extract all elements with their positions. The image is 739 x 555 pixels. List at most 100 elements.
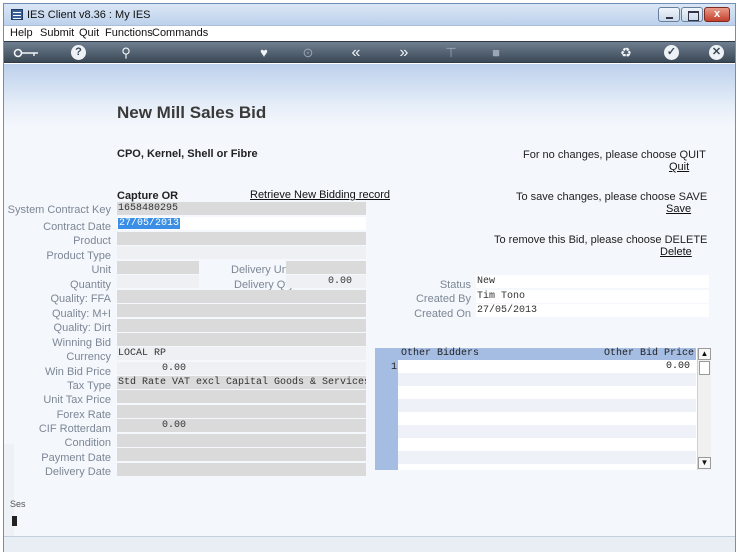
grid-header: Other Bidders Other Bid Price	[398, 348, 696, 360]
text-tool-icon[interactable]: ⊤	[441, 44, 461, 62]
session-label: Ses	[10, 499, 26, 509]
contract-date-value: 27/05/2013	[118, 218, 181, 229]
forward-icon[interactable]: »	[394, 44, 414, 62]
status-field[interactable]: New	[476, 275, 709, 288]
quality-mi-field[interactable]	[117, 304, 366, 317]
table-row[interactable]	[398, 412, 696, 425]
unit-tax-price-field[interactable]	[117, 390, 366, 403]
save-info: To save changes, please choose SAVE	[516, 191, 708, 203]
quality-ffa-label: Quality: FFA	[50, 293, 111, 305]
unit-tax-price-label: Unit Tax Price	[43, 394, 111, 406]
status-label: Status	[439, 279, 471, 291]
table-row[interactable]	[398, 451, 696, 464]
contract-date-field[interactable]: 27/05/2013	[117, 217, 366, 230]
win-bid-price-field[interactable]: 0.00	[117, 362, 366, 375]
column-header-other-bidders[interactable]: Other Bidders	[401, 348, 479, 360]
delivery-unit-label: Delivery Unit	[231, 264, 294, 276]
close-window-button[interactable]: x	[704, 7, 730, 22]
cif-rotterdam-field[interactable]: 0.00	[117, 419, 366, 432]
search-icon[interactable]: ⚲	[116, 44, 136, 62]
session-side-panel: Ses	[4, 444, 26, 536]
tax-type-label: Tax Type	[67, 380, 111, 392]
key-icon[interactable]	[10, 44, 42, 62]
minimize-button[interactable]	[658, 7, 680, 22]
grid-row-header: 1	[375, 348, 398, 470]
status-bar	[4, 536, 735, 552]
forex-rate-label: Forex Rate	[56, 409, 111, 421]
scroll-up-button[interactable]: ▲	[698, 348, 711, 360]
payment-date-field[interactable]	[117, 448, 366, 461]
quality-ffa-field[interactable]	[117, 290, 366, 303]
product-type-field[interactable]	[117, 246, 366, 259]
session-icon	[12, 516, 17, 526]
unit-field[interactable]	[117, 261, 199, 274]
system-contract-key-field[interactable]: 1658480295	[117, 202, 366, 215]
condition-field[interactable]	[117, 434, 366, 447]
system-contract-key-label: System Contract Key	[7, 204, 111, 216]
history-clock-icon[interactable]: ⊙	[298, 44, 318, 62]
winning-bid-label: Winning Bid	[52, 337, 111, 349]
condition-label: Condition	[64, 437, 111, 449]
winning-bid-field[interactable]	[117, 333, 366, 346]
table-row[interactable]	[398, 438, 696, 451]
menu-bar: Help Submit Quit Functions Commands	[4, 26, 735, 41]
created-by-field[interactable]: Tim Tono	[476, 290, 709, 303]
menu-commands[interactable]: Commands	[152, 27, 208, 39]
save-link[interactable]: Save	[666, 203, 691, 215]
table-row[interactable]	[398, 386, 696, 399]
table-row[interactable]	[398, 373, 696, 386]
close-icon[interactable]: ✕	[709, 45, 724, 60]
quit-link[interactable]: Quit	[669, 161, 689, 173]
header-banner: New Mill Sales Bid	[4, 64, 735, 126]
back-icon[interactable]: «	[346, 44, 366, 62]
menu-submit[interactable]: Submit	[40, 27, 74, 39]
scroll-down-button[interactable]: ▼	[698, 457, 711, 469]
app-window: IES Client v8.36 : My IES x Help Submit …	[3, 3, 736, 552]
bid-price-cell[interactable]: 0.00	[666, 360, 690, 373]
created-on-label: Created On	[414, 308, 471, 320]
tax-type-field[interactable]: Std Rate VAT excl Capital Goods & Servic…	[117, 376, 366, 389]
window-title: IES Client v8.36 : My IES	[27, 9, 151, 21]
forex-rate-field[interactable]	[117, 405, 366, 418]
grid-row-number: 1	[391, 362, 398, 373]
delete-link[interactable]: Delete	[660, 246, 692, 258]
quality-mi-label: Quality: M+I	[52, 308, 111, 320]
favorite-heart-icon[interactable]: ♥	[254, 44, 274, 62]
product-type-label: Product Type	[46, 250, 111, 262]
grid-scrollbar[interactable]: ▲ ▼	[697, 348, 711, 470]
page-title: New Mill Sales Bid	[117, 103, 267, 122]
maximize-button[interactable]	[681, 7, 703, 22]
quality-dirt-label: Quality: Dirt	[53, 322, 111, 334]
scroll-thumb[interactable]	[699, 361, 710, 375]
recycle-icon[interactable]: ♻	[616, 44, 636, 62]
retrieve-bidding-record-link[interactable]: Retrieve New Bidding record	[250, 189, 390, 201]
square-icon[interactable]: ■	[486, 44, 506, 62]
toolbar: ? ⚲ ♥ ⊙ « » ⊤ ■ ♻ ✓ ✕	[4, 41, 735, 63]
table-row[interactable]	[398, 425, 696, 438]
column-header-other-bid-price[interactable]: Other Bid Price	[604, 348, 694, 360]
delete-info: To remove this Bid, please choose DELETE	[494, 234, 708, 246]
table-row[interactable]: 0.00	[398, 360, 696, 373]
product-label: Product	[73, 235, 111, 247]
menu-help[interactable]: Help	[10, 27, 33, 39]
quantity-field[interactable]	[117, 275, 199, 288]
win-bid-price-label: Win Bid Price	[44, 366, 111, 378]
currency-field[interactable]: LOCAL RP	[117, 347, 366, 360]
created-on-field[interactable]: 27/05/2013	[476, 304, 709, 317]
delivery-qty-field[interactable]: 0.00	[286, 275, 366, 288]
help-icon[interactable]: ?	[71, 45, 86, 60]
table-row[interactable]	[398, 399, 696, 412]
form-area: CPO, Kernel, Shell or Fibre Capture OR R…	[4, 126, 735, 536]
delivery-unit-field[interactable]	[286, 261, 366, 274]
menu-quit[interactable]: Quit	[79, 27, 99, 39]
quality-dirt-field[interactable]	[117, 319, 366, 332]
confirm-check-icon[interactable]: ✓	[664, 45, 679, 60]
quit-info: For no changes, please choose QUIT	[523, 149, 706, 161]
cif-rotterdam-label: CIF Rotterdam	[38, 423, 111, 435]
product-field[interactable]	[117, 232, 366, 245]
delivery-date-field[interactable]	[117, 463, 366, 476]
delivery-date-label: Delivery Date	[44, 466, 111, 478]
other-bidders-grid: 1 Other Bidders Other Bid Price 0.00 ▲ ▼	[375, 348, 711, 470]
menu-functions[interactable]: Functions	[105, 27, 153, 39]
contract-date-label: Contract Date	[43, 221, 111, 233]
